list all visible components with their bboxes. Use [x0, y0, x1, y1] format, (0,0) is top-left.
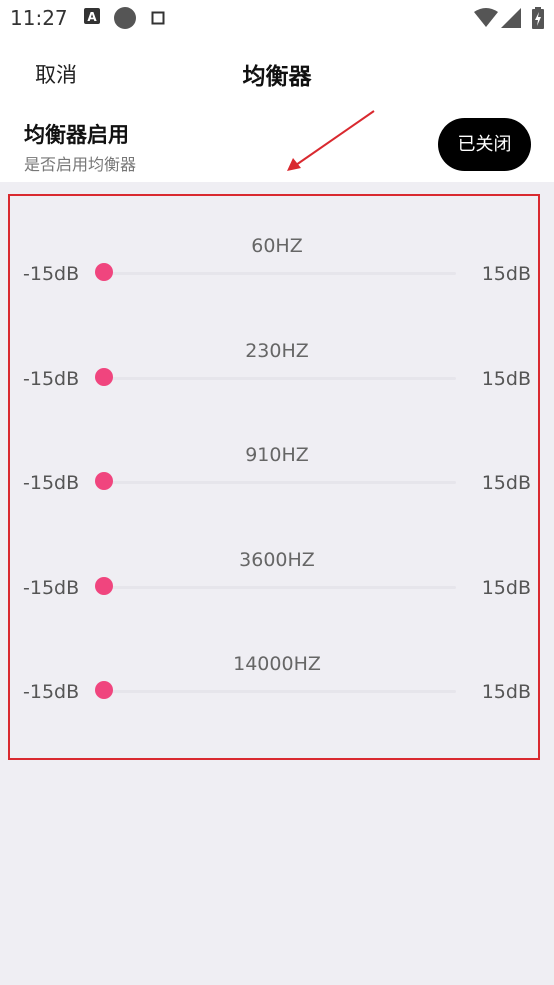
band-max-label: 15dB: [481, 577, 531, 599]
page-title: 均衡器: [242, 64, 312, 90]
band-max-label: 15dB: [481, 681, 531, 703]
band-min-label: -15dB: [23, 263, 80, 285]
band-slider-track[interactable]: [104, 377, 456, 380]
band-slider-track[interactable]: [104, 586, 456, 589]
band-min-label: -15dB: [23, 368, 80, 390]
a-notification-icon: A: [84, 8, 100, 28]
equalizer-toggle-subtitle: 是否启用均衡器: [24, 155, 137, 174]
band-slider-thumb[interactable]: [95, 472, 113, 490]
band-frequency-label: 230HZ: [245, 340, 309, 362]
band-min-label: -15dB: [23, 472, 80, 494]
battery-charging-icon: [532, 7, 544, 33]
signal-icon: [501, 8, 521, 32]
band-60hz: 60HZ -15dB 15dB: [0, 235, 554, 315]
circle-notification-icon: [113, 6, 137, 34]
band-slider-track[interactable]: [104, 272, 456, 275]
band-max-label: 15dB: [481, 263, 531, 285]
band-slider-track[interactable]: [104, 690, 456, 693]
band-14000hz: 14000HZ -15dB 15dB: [0, 653, 554, 733]
band-frequency-label: 14000HZ: [233, 653, 321, 675]
band-slider-thumb[interactable]: [95, 577, 113, 595]
band-frequency-label: 3600HZ: [239, 549, 315, 571]
band-3600hz: 3600HZ -15dB 15dB: [0, 549, 554, 629]
band-slider-thumb[interactable]: [95, 368, 113, 386]
band-min-label: -15dB: [23, 681, 80, 703]
band-max-label: 15dB: [481, 368, 531, 390]
equalizer-toggle-row: 均衡器启用 是否启用均衡器 已关闭: [0, 106, 554, 182]
band-slider-thumb[interactable]: [95, 681, 113, 699]
app-header: 取消 均衡器: [0, 40, 554, 106]
band-max-label: 15dB: [481, 472, 531, 494]
equalizer-toggle-button[interactable]: 已关闭: [438, 118, 531, 171]
wifi-icon: [474, 8, 498, 32]
band-230hz: 230HZ -15dB 15dB: [0, 340, 554, 420]
band-min-label: -15dB: [23, 577, 80, 599]
status-time: 11:27: [10, 6, 68, 30]
band-slider-thumb[interactable]: [95, 263, 113, 281]
status-bar: 11:27 A: [0, 0, 554, 40]
equalizer-toggle-title: 均衡器启用: [24, 123, 129, 147]
band-slider-track[interactable]: [104, 481, 456, 484]
band-frequency-label: 60HZ: [251, 235, 303, 257]
svg-text:A: A: [87, 10, 97, 24]
square-notification-icon: [151, 10, 165, 29]
band-frequency-label: 910HZ: [245, 444, 309, 466]
band-910hz: 910HZ -15dB 15dB: [0, 444, 554, 524]
